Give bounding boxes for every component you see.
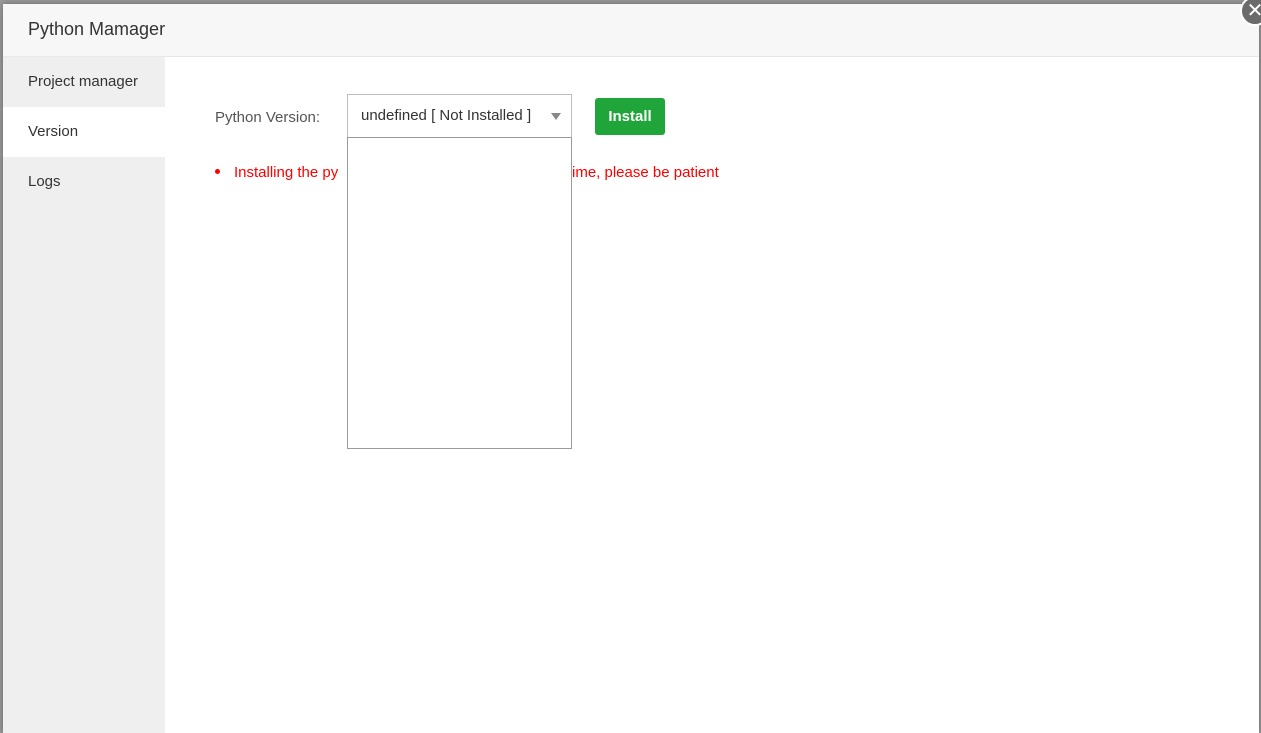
sidebar-item-logs[interactable]: Logs: [3, 157, 165, 207]
sidebar-item-label: Logs: [28, 173, 61, 190]
python-manager-dialog: Python Mamager ✕ Project manager Version…: [3, 0, 1261, 733]
install-notice: Installing the py ime, please be patient: [215, 164, 719, 181]
sidebar-item-project-manager[interactable]: Project manager: [3, 57, 165, 107]
selected-version-value: undefined [ Not Installed ]: [361, 107, 532, 124]
version-dropdown-list[interactable]: [347, 137, 572, 449]
notice-text-end: ime, please be patient: [572, 164, 719, 181]
chevron-down-icon: [551, 113, 561, 120]
python-version-label: Python Version:: [215, 109, 321, 126]
dialog-title: Python Mamager: [28, 19, 166, 39]
sidebar: Project manager Version Logs: [3, 57, 165, 733]
python-version-select[interactable]: undefined [ Not Installed ]: [347, 94, 572, 138]
dialog-header: Python Mamager: [3, 4, 1259, 57]
sidebar-item-label: Project manager: [28, 73, 139, 90]
main-content: Python Version: undefined [ Not Installe…: [165, 57, 1259, 733]
install-button[interactable]: Install: [595, 98, 665, 135]
bullet-icon: [215, 168, 220, 174]
sidebar-item-label: Version: [28, 123, 79, 140]
notice-text-start: Installing the py: [234, 164, 339, 181]
sidebar-item-version[interactable]: Version: [3, 107, 165, 157]
